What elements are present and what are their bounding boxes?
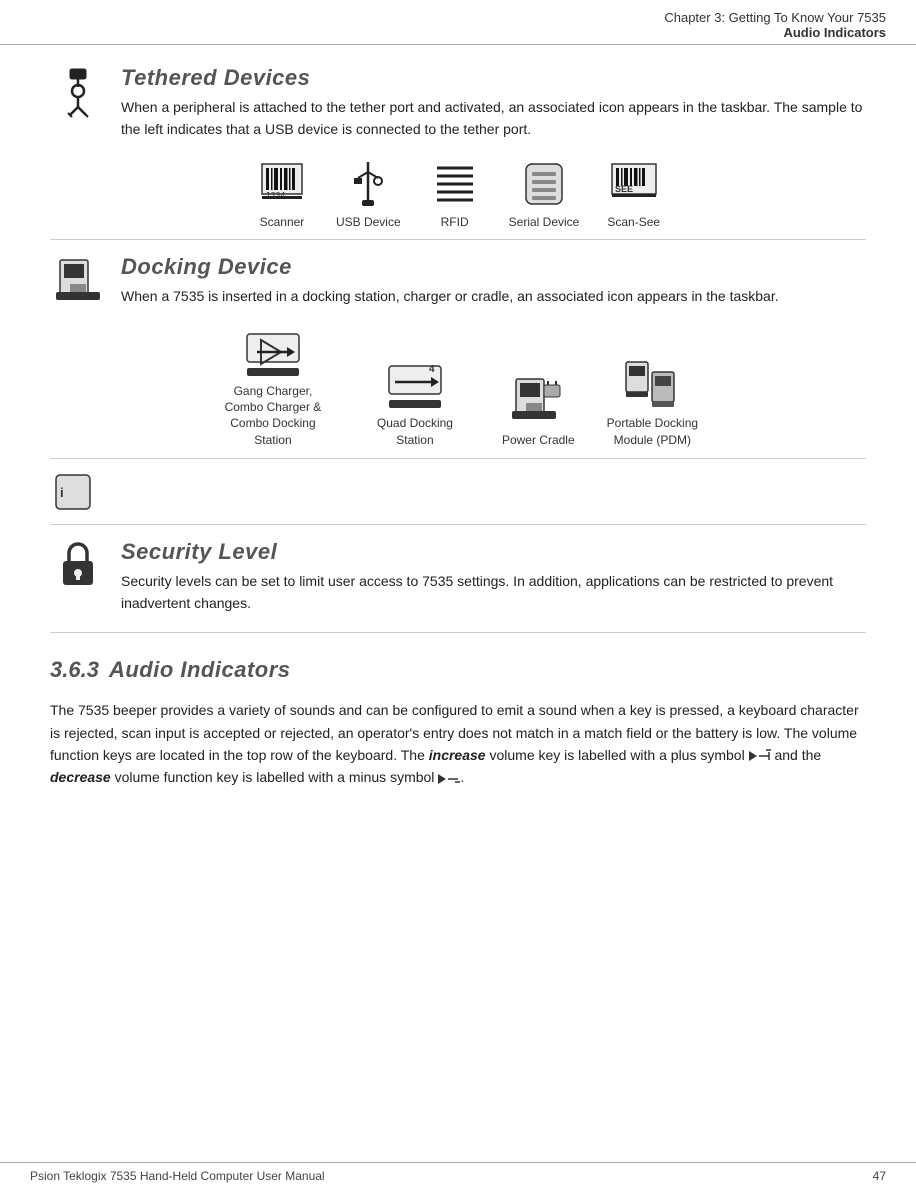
quad-docking-icon-item: 4 Quad Docking Station <box>360 358 470 447</box>
svg-text:SEE: SEE <box>615 184 633 194</box>
divider1 <box>50 239 866 240</box>
audio-section-text: The 7535 beeper provides a variety of so… <box>50 699 866 789</box>
footer-left-text: Psion Teklogix 7535 Hand-Held Computer U… <box>30 1169 325 1183</box>
scan-see-icon-item: SEE Scan-See <box>607 158 660 229</box>
usb-device-icon <box>342 158 394 210</box>
docking-heading: Docking Device <box>121 254 866 280</box>
rfid-label: RFID <box>441 215 469 229</box>
gang-charger-icon <box>243 326 303 378</box>
charger-small-icon: i <box>54 473 92 511</box>
docking-section: Docking Device When a 7535 is inserted i… <box>50 254 866 308</box>
tethered-device-icons: 1234 Scanner USB Device <box>50 158 866 229</box>
audio-section-number: 3.6.3 <box>50 657 99 683</box>
chapter-title: Chapter 3: Getting To Know Your 7535 <box>30 10 886 25</box>
power-cradle-icon <box>512 375 564 427</box>
audio-section: 3.6.3 Audio Indicators The 7535 beeper p… <box>50 647 866 789</box>
power-cradle-label: Power Cradle <box>502 432 575 448</box>
quad-docking-icon: 4 <box>385 358 445 410</box>
scanner-icon-item: 1234 Scanner <box>256 158 308 229</box>
footer-page-number: 47 <box>873 1169 886 1183</box>
serial-device-label: Serial Device <box>509 215 580 229</box>
usb-device-label: USB Device <box>336 215 401 229</box>
docking-section-icon <box>50 256 105 300</box>
scan-see-icon: SEE <box>608 158 660 210</box>
divider4 <box>50 632 866 633</box>
tethered-heading: Tethered Devices <box>121 65 866 91</box>
docking-text: When a 7535 is inserted in a docking sta… <box>121 286 866 308</box>
serial-device-icon <box>518 158 570 210</box>
security-section-icon <box>50 541 105 589</box>
scan-see-label: Scan-See <box>607 215 660 229</box>
portable-docking-label: Portable DockingModule (PDM) <box>607 415 698 447</box>
charger-standalone-icon: i <box>54 473 109 514</box>
audio-body5: . <box>460 769 464 785</box>
serial-device-icon-item: Serial Device <box>509 158 580 229</box>
page-footer: Psion Teklogix 7535 Hand-Held Computer U… <box>0 1162 916 1183</box>
page-content: Tethered Devices When a peripheral is at… <box>0 55 916 819</box>
docking-device-icons: Gang Charger, Combo Charger &Combo Docki… <box>50 326 866 448</box>
svg-text:4: 4 <box>429 364 435 375</box>
svg-text:i: i <box>60 485 64 500</box>
audio-body2: volume key is labelled with a plus symbo… <box>486 747 749 763</box>
security-body: Security Level Security levels can be se… <box>121 539 866 614</box>
tethered-section: Tethered Devices When a peripheral is at… <box>50 65 866 140</box>
docking-device-icon <box>56 256 100 300</box>
rfid-icon-item: RFID <box>429 158 481 229</box>
tethered-text: When a peripheral is attached to the tet… <box>121 97 866 140</box>
quad-docking-label: Quad Docking Station <box>360 415 470 447</box>
scanner-icon: 1234 <box>256 158 308 210</box>
security-section: Security Level Security levels can be se… <box>50 539 866 614</box>
audio-section-heading: Audio Indicators <box>109 657 291 683</box>
audio-body4: volume function key is labelled with a m… <box>111 769 439 785</box>
rfid-icon <box>429 158 481 210</box>
security-icon <box>59 541 97 589</box>
divider3 <box>50 524 866 525</box>
volume-plus-symbol <box>749 747 771 765</box>
portable-docking-icon-item: Portable DockingModule (PDM) <box>607 358 698 447</box>
usb-device-icon-item: USB Device <box>336 158 401 229</box>
docking-body: Docking Device When a 7535 is inserted i… <box>121 254 866 308</box>
page-header: Chapter 3: Getting To Know Your 7535 Aud… <box>0 0 916 45</box>
volume-minus-symbol <box>438 770 460 788</box>
tether-icon <box>50 67 105 119</box>
section-title: Audio Indicators <box>30 25 886 40</box>
power-cradle-icon-item: Power Cradle <box>502 375 575 448</box>
divider2 <box>50 458 866 459</box>
audio-increase: increase <box>429 747 486 763</box>
portable-docking-icon <box>622 358 682 410</box>
audio-body3: and the <box>771 747 822 763</box>
gang-charger-icon-item: Gang Charger, Combo Charger &Combo Docki… <box>218 326 328 448</box>
gang-charger-label: Gang Charger, Combo Charger &Combo Docki… <box>218 383 328 448</box>
audio-decrease: decrease <box>50 769 111 785</box>
charger-standalone-section: i <box>54 473 866 514</box>
tethered-body: Tethered Devices When a peripheral is at… <box>121 65 866 140</box>
scanner-label: Scanner <box>260 215 305 229</box>
security-heading: Security Level <box>121 539 866 565</box>
security-text: Security levels can be set to limit user… <box>121 571 866 614</box>
